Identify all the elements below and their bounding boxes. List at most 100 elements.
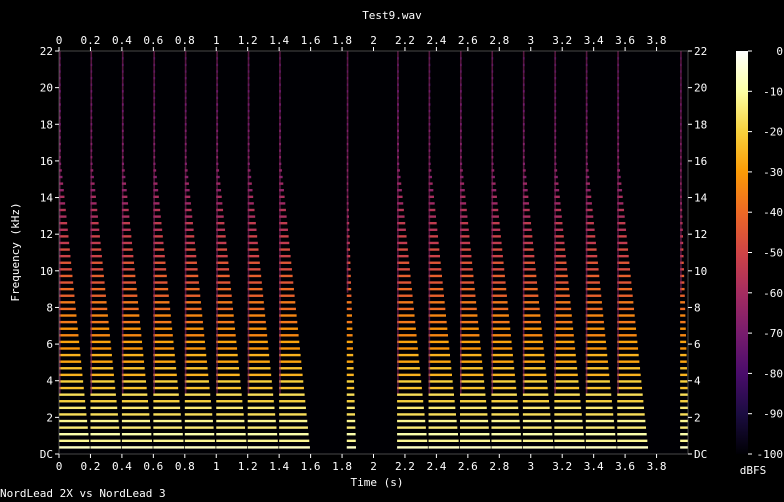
harmonic-streak (153, 274, 167, 278)
harmonic-streak (59, 419, 88, 423)
harmonic-streak (184, 274, 199, 278)
x-tick-label-bottom: 2 (370, 460, 377, 473)
harmonic-streak (491, 419, 520, 423)
harmonic-streak (279, 446, 310, 449)
harmonic-streak (459, 347, 481, 350)
harmonic-streak (397, 274, 411, 278)
harmonic-streak (153, 380, 178, 383)
x-tick-label-bottom: 2.4 (426, 460, 446, 473)
harmonic-streak (459, 439, 491, 443)
harmonic-streak (59, 353, 81, 357)
harmonic-streak (153, 248, 165, 251)
harmonic-streak (459, 367, 483, 370)
colorbar-tick-label: -10 (763, 85, 783, 98)
harmonic-streak (279, 367, 302, 370)
harmonic-streak (617, 287, 633, 291)
harmonic-streak (397, 314, 415, 317)
y-tick-label-left: DC (40, 448, 53, 461)
harmonic-streak (121, 347, 143, 350)
harmonic-streak (184, 380, 209, 383)
harmonic-streak (617, 433, 647, 436)
harmonic-streak (459, 446, 491, 449)
harmonic-streak (153, 261, 166, 264)
harmonic-streak (397, 439, 428, 443)
y-tick-label-left: 2 (46, 411, 53, 424)
x-tick-label-bottom: 2.6 (458, 460, 478, 473)
harmonic-streak (216, 419, 245, 423)
harmonic-streak (459, 268, 473, 271)
harmonic-streak (279, 373, 303, 377)
harmonic-streak (428, 268, 442, 271)
harmonic-streak (554, 426, 584, 429)
harmonic-streak (153, 360, 176, 363)
colorbar (736, 51, 748, 454)
harmonic-streak (90, 386, 116, 390)
harmonic-streak (459, 400, 487, 403)
harmonic-streak (153, 393, 179, 396)
harmonic-streak (491, 314, 509, 317)
harmonic-streak (522, 367, 546, 370)
harmonic-streak (346, 419, 356, 423)
harmonic-streak (279, 281, 294, 284)
harmonic-streak (585, 307, 603, 311)
harmonic-streak (617, 439, 648, 443)
harmonic-streak (184, 261, 197, 264)
harmonic-streak (153, 373, 177, 377)
harmonic-streak (428, 287, 444, 291)
harmonic-streak (491, 281, 506, 284)
harmonic-streak (459, 353, 482, 357)
harmonic-streak (153, 281, 168, 284)
colorbar-ticks: 0 -10 -20 -30 -40 -50 -60 -70 -80 -90 -100 (748, 45, 783, 461)
harmonic-streak (247, 347, 269, 350)
harmonic-streak (585, 367, 609, 370)
harmonic-streak (428, 439, 459, 443)
harmonic-streak (279, 386, 304, 390)
harmonic-streak (428, 419, 457, 423)
onset-line (585, 51, 588, 394)
harmonic-streak (491, 307, 509, 311)
harmonic-streak (121, 268, 135, 271)
harmonic-streak (617, 426, 647, 429)
harmonic-streak (216, 248, 228, 251)
harmonic-streak (585, 406, 613, 410)
harmonic-streak (617, 393, 643, 396)
harmonic-streak (247, 386, 273, 390)
x-tick-label-top: 1.2 (238, 34, 258, 47)
y-tick-label-right: 16 (694, 155, 707, 168)
onset-line (459, 51, 462, 394)
harmonic-streak (428, 274, 443, 278)
harmonic-streak (184, 413, 213, 416)
harmonic-streak (522, 314, 541, 317)
harmonic-streak (554, 294, 570, 297)
harmonic-streak (397, 433, 427, 436)
harmonic-streak (397, 393, 423, 396)
harmonic-streak (90, 314, 108, 317)
onset-line (680, 51, 682, 293)
harmonic-streak (121, 353, 144, 357)
harmonic-streak (617, 301, 634, 304)
harmonic-streak (554, 287, 570, 291)
harmonic-streak (428, 281, 443, 284)
harmonic-streak (247, 281, 262, 284)
harmonic-streak (428, 400, 455, 403)
harmonic-streak (184, 327, 204, 330)
harmonic-streak (184, 248, 196, 251)
spectrogram-chart: Test9.wav 0 0 0.2 0.2 0.4 0.4 0.6 0.6 0.8 0.8 1 1 1.… (9, 9, 783, 489)
harmonic-streak (153, 320, 172, 324)
harmonic-streak (522, 287, 538, 291)
y-tick-label-right: DC (694, 448, 707, 461)
harmonic-streak (346, 439, 356, 443)
harmonic-streak (90, 426, 120, 429)
y-axis-label: Frequency (kHz) (9, 202, 22, 301)
harmonic-streak (121, 287, 137, 291)
harmonic-streak (617, 360, 640, 363)
harmonic-streak (491, 254, 503, 258)
x-tick-label-bottom: 1.4 (269, 460, 289, 473)
harmonic-streak (121, 327, 141, 330)
harmonic-streak (491, 406, 519, 410)
harmonic-streak (90, 261, 103, 264)
harmonic-streak (522, 413, 551, 416)
harmonic-streak (491, 400, 518, 403)
harmonic-streak (279, 327, 298, 330)
harmonic-streak (216, 433, 246, 436)
